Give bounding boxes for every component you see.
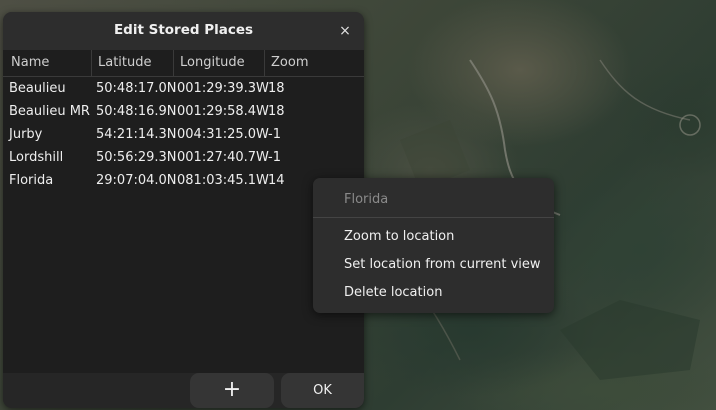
place-longitude: 081:03:45.1W [177, 173, 269, 188]
plus-icon: + [222, 377, 242, 402]
place-name: Beaulieu MR [9, 104, 90, 119]
table-row[interactable]: Jurby 54:21:14.3N 004:31:25.0W -1 [3, 123, 364, 146]
place-name: Lordshill [9, 150, 64, 165]
place-name: Jurby [9, 127, 43, 142]
add-place-button[interactable]: + [190, 373, 274, 408]
column-divider[interactable] [173, 50, 174, 76]
table-row[interactable]: Beaulieu 50:48:17.0N 001:29:39.3W 18 [3, 77, 364, 100]
set-location-from-current-view-menu-item[interactable]: Set location from current view [344, 257, 541, 272]
place-zoom: 14 [268, 173, 285, 188]
place-longitude: 001:29:58.4W [177, 104, 269, 119]
zoom-to-location-menu-item[interactable]: Zoom to location [344, 229, 454, 244]
place-latitude: 50:56:29.3N [96, 150, 177, 165]
menu-separator [313, 217, 554, 218]
column-divider[interactable] [91, 50, 92, 76]
dialog-footer: + OK [3, 373, 364, 408]
ok-button[interactable]: OK [281, 373, 364, 408]
column-divider[interactable] [264, 50, 265, 76]
edit-stored-places-dialog: Edit Stored Places × Name Latitude Longi… [3, 12, 364, 408]
delete-location-menu-item[interactable]: Delete location [344, 285, 442, 300]
close-icon[interactable]: × [334, 20, 356, 42]
table-header: Name Latitude Longitude Zoom [3, 50, 364, 77]
place-longitude: 004:31:25.0W [177, 127, 269, 142]
column-header-longitude[interactable]: Longitude [180, 55, 245, 70]
place-context-menu: Florida Zoom to location Set location fr… [313, 178, 554, 313]
place-longitude: 001:29:39.3W [177, 81, 269, 96]
table-row[interactable]: Beaulieu MR 50:48:16.9N 001:29:58.4W 18 [3, 100, 364, 123]
dialog-titlebar[interactable]: Edit Stored Places × [3, 12, 364, 50]
place-zoom: -1 [268, 127, 281, 142]
place-latitude: 54:21:14.3N [96, 127, 177, 142]
places-table[interactable]: Name Latitude Longitude Zoom Beaulieu 50… [3, 50, 364, 373]
place-latitude: 29:07:04.0N [96, 173, 177, 188]
place-longitude: 001:27:40.7W [177, 150, 269, 165]
place-latitude: 50:48:17.0N [96, 81, 177, 96]
column-header-zoom[interactable]: Zoom [271, 55, 308, 70]
place-zoom: -1 [268, 150, 281, 165]
place-name: Florida [9, 173, 54, 188]
dialog-title: Edit Stored Places [113, 22, 254, 38]
place-latitude: 50:48:16.9N [96, 104, 177, 119]
table-row[interactable]: Florida 29:07:04.0N 081:03:45.1W 14 [3, 169, 364, 192]
table-row[interactable]: Lordshill 50:56:29.3N 001:27:40.7W -1 [3, 146, 364, 169]
column-header-latitude[interactable]: Latitude [98, 55, 152, 70]
place-zoom: 18 [268, 104, 285, 119]
context-menu-header: Florida [344, 192, 389, 207]
place-name: Beaulieu [9, 81, 66, 96]
column-header-name[interactable]: Name [11, 55, 49, 70]
place-zoom: 18 [268, 81, 285, 96]
